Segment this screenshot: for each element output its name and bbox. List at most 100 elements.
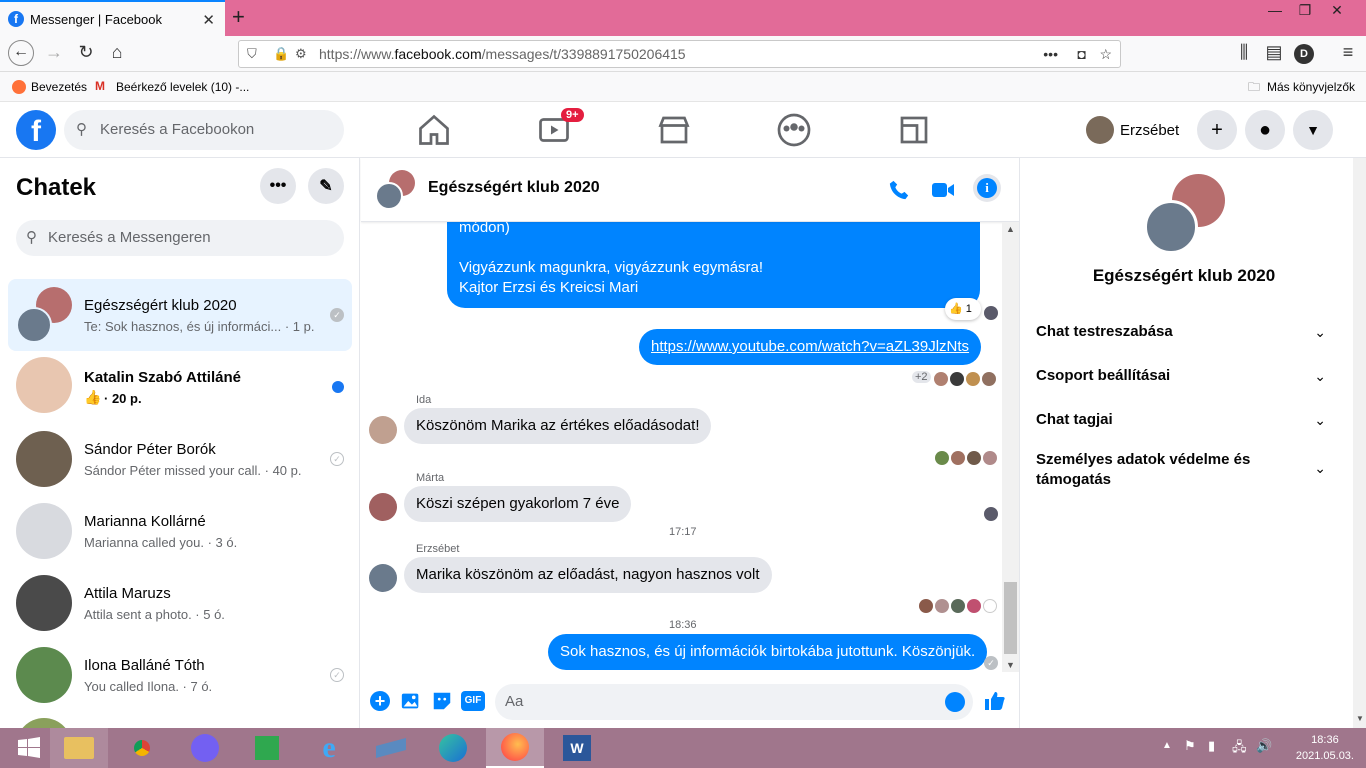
gif-icon[interactable]: GIF: [461, 691, 485, 711]
pocket-icon[interactable]: ◘: [1078, 41, 1086, 67]
message-bubble-outgoing: Sok hasznos, és új információk birtokába…: [548, 634, 988, 670]
back-icon[interactable]: ←: [8, 40, 34, 66]
link-message[interactable]: https://www.youtube.com/watch?v=aZL39Jlz…: [639, 329, 982, 365]
chrome-icon[interactable]: [113, 728, 171, 768]
chat-list-panel: Chatek ••• ✎ ⚲ Keresés a Messengeren Egé…: [0, 158, 360, 728]
chat-title[interactable]: Egészségért klub 2020: [428, 179, 600, 197]
gmail-icon: M: [95, 79, 105, 93]
library-icon[interactable]: ⫼: [1232, 42, 1256, 63]
chat-scrollbar[interactable]: ▲ ▼: [1002, 222, 1019, 672]
chat-header: Egészségért klub 2020 i: [361, 158, 1019, 222]
seen-check-icon: ✓: [330, 452, 344, 466]
message-bubble-incoming: Köszi szépen gyakorlom 7 éve: [404, 486, 632, 522]
file-explorer-icon[interactable]: [50, 728, 108, 768]
reaction-badge[interactable]: 👍 1: [945, 298, 981, 320]
scroll-down-icon[interactable]: ▼: [1006, 660, 1015, 670]
like-send-icon[interactable]: [983, 689, 1007, 713]
close-window-icon[interactable]: ✕: [1322, 2, 1352, 19]
options-button[interactable]: •••: [260, 168, 296, 204]
facebook-logo-icon[interactable]: f: [16, 110, 56, 150]
message-input[interactable]: Aa: [495, 684, 973, 720]
word-icon[interactable]: W: [548, 728, 606, 768]
user-avatar[interactable]: [1086, 116, 1114, 144]
scanner-icon[interactable]: [362, 728, 420, 768]
more-actions-icon[interactable]: +: [370, 691, 390, 711]
messenger-search-input[interactable]: ⚲ Keresés a Messengeren: [16, 220, 344, 256]
scroll-down-icon[interactable]: ▼: [1356, 714, 1364, 723]
messenger-search-placeholder: Keresés a Messengeren: [48, 229, 211, 246]
conversation-item[interactable]: Egészségért klub 2020 Te: Sok hasznos, é…: [8, 279, 352, 351]
emoji-icon[interactable]: [945, 692, 965, 712]
url-path: /messages/t/3398891750206415: [481, 46, 686, 62]
bookmark-gmail[interactable]: Beérkező levelek (10) -...: [116, 80, 249, 94]
edge-icon[interactable]: [424, 728, 482, 768]
facebook-search-input[interactable]: ⚲ Keresés a Facebookon: [64, 110, 344, 150]
shield-icon: ⛉: [247, 46, 257, 61]
contact-avatar: [16, 718, 72, 728]
timestamp: 18:36: [669, 619, 697, 631]
info-button[interactable]: i: [973, 174, 1001, 202]
message-input-placeholder: Aa: [505, 693, 524, 710]
user-name[interactable]: Erzsébet: [1120, 122, 1179, 139]
volume-icon[interactable]: 🔊: [1256, 738, 1272, 754]
conversation-item[interactable]: Marianna Kollárné Marianna called you. ·…: [8, 495, 352, 567]
home-icon[interactable]: ⌂: [105, 42, 129, 63]
conversation-item[interactable]: Ilona Balláné Tóth You called Ilona. · 7…: [8, 639, 352, 711]
scroll-up-icon[interactable]: ▲: [1006, 224, 1015, 234]
browser-tab[interactable]: f Messenger | Facebook ✕: [0, 0, 225, 36]
group-avatar-2: [16, 307, 52, 343]
sticker-icon[interactable]: [431, 690, 453, 712]
read-receipt-avatar: [919, 599, 933, 613]
forward-icon[interactable]: →: [42, 42, 66, 63]
sidebar-icon[interactable]: ▤: [1262, 42, 1286, 63]
chat-panel: módon) Vigyázzunk magunkra, vigyázzunk e…: [361, 158, 1019, 728]
phone-call-icon[interactable]: [888, 179, 910, 201]
chevron-down-icon: ⌄: [1314, 460, 1326, 476]
sender-avatar: [369, 416, 397, 444]
conversation-item[interactable]: Sándor Péter Borók Sándor Péter missed y…: [8, 423, 352, 495]
restore-icon[interactable]: ❐: [1290, 2, 1320, 19]
video-call-icon[interactable]: [931, 179, 955, 201]
facebook-favicon-icon: f: [8, 11, 24, 27]
gaming-nav-icon[interactable]: [896, 112, 932, 148]
conversation-name: Ilona Balláné Tóth: [84, 657, 205, 674]
panel-scrollbar[interactable]: ▼: [1353, 158, 1366, 728]
new-message-button[interactable]: ✎: [308, 168, 344, 204]
battery-icon[interactable]: ▮: [1208, 738, 1215, 754]
reload-icon[interactable]: ↻: [74, 42, 98, 63]
url-bar[interactable]: ⛉ 🔒 ⚙ https://www.facebook.com/messages/…: [238, 40, 1121, 68]
firefox-icon: [12, 80, 26, 94]
internet-explorer-icon[interactable]: e: [300, 728, 358, 768]
conversation-preview: You called Ilona. · 7 ó.: [84, 679, 213, 694]
conversation-item[interactable]: Katalin Szabó Attiláné 👍 · 20 p.: [8, 351, 352, 423]
viber-icon[interactable]: [176, 728, 234, 768]
conversation-name: Katalin Szabó Attiláné: [84, 369, 241, 386]
page-actions-icon[interactable]: •••: [1043, 41, 1058, 67]
messenger-bell-icon[interactable]: ●: [1245, 110, 1285, 150]
close-tab-icon[interactable]: ✕: [202, 11, 215, 29]
profile-avatar[interactable]: D: [1294, 44, 1314, 64]
groups-nav-icon[interactable]: [776, 112, 812, 148]
minimize-icon[interactable]: —: [1260, 2, 1290, 18]
create-button[interactable]: +: [1197, 110, 1237, 150]
bookmark-star-icon[interactable]: ☆: [1099, 41, 1112, 67]
marketplace-nav-icon[interactable]: [656, 112, 692, 148]
sent-check-icon: ✓: [330, 308, 344, 322]
system-clock[interactable]: 18:36 2021.05.03.: [1296, 732, 1354, 764]
firefox-taskbar-icon[interactable]: [486, 728, 544, 768]
flag-icon[interactable]: ⚑: [1184, 738, 1196, 754]
conversation-preview: Attila sent a photo. · 5 ó.: [84, 607, 225, 622]
other-bookmarks[interactable]: Más könyvjelzők: [1267, 80, 1355, 94]
bookmark-bevezetes[interactable]: Bevezetés: [31, 80, 87, 94]
photo-icon[interactable]: [400, 690, 422, 712]
conversation-name: Egészségért klub 2020: [84, 297, 237, 314]
network-icon[interactable]: 🖧: [1232, 738, 1247, 760]
new-tab-button[interactable]: +: [232, 4, 245, 30]
home-nav-icon[interactable]: [416, 112, 452, 148]
conversation-item[interactable]: Attila Maruzs Attila sent a photo. · 5 ó…: [8, 567, 352, 639]
store-icon[interactable]: [238, 728, 296, 768]
account-dropdown-icon[interactable]: ▼: [1293, 110, 1333, 150]
scrollbar-thumb[interactable]: [1004, 582, 1017, 654]
tray-chevron-icon[interactable]: ▲: [1162, 740, 1172, 751]
menu-icon[interactable]: ≡: [1336, 42, 1360, 63]
